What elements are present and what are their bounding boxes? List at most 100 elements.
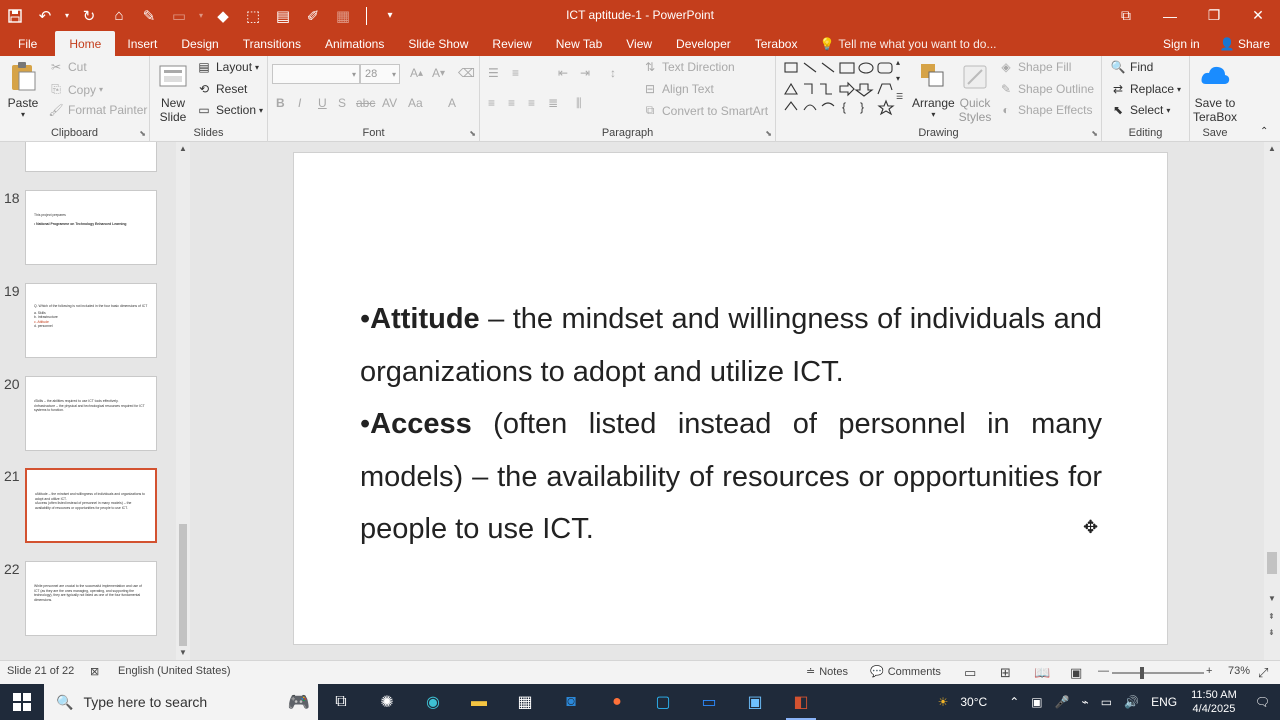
slide-thumbnail[interactable]: While personnel are crucial to the succe… (25, 561, 157, 636)
align-text-button[interactable]: ⊟ Align Text (642, 82, 714, 96)
next-slide-icon[interactable]: ⇟ (1268, 628, 1275, 637)
start-button[interactable] (0, 684, 44, 720)
bold-icon[interactable]: B (276, 96, 285, 110)
customize-quick-access-icon[interactable]: ▾ (375, 0, 405, 31)
change-case-icon[interactable]: Aa (408, 96, 423, 110)
zoom-slider-knob[interactable] (1140, 667, 1144, 679)
tab-review[interactable]: Review (480, 31, 543, 56)
slide-thumbnail[interactable]: • National Programme on Technology Enhan… (25, 142, 157, 172)
slide-sorter-icon[interactable]: ⊞ (1000, 665, 1011, 681)
increase-indent-icon[interactable]: ⇥ (580, 66, 590, 80)
tab-developer[interactable]: Developer (664, 31, 743, 56)
paste-button[interactable]: Paste ▾ (6, 60, 40, 119)
decrease-indent-icon[interactable]: ⇤ (558, 66, 568, 80)
undo-dropdown-icon[interactable]: ▾ (60, 0, 74, 31)
notes-button[interactable]: ≐ Notes (806, 665, 848, 679)
share-button[interactable]: 👤 Share (1210, 37, 1280, 51)
copy-button[interactable]: ⎘ Copy ▾ (48, 82, 103, 97)
slide-thumbnail[interactable]: Q. Which of the following is not include… (25, 283, 157, 358)
text-direction-button[interactable]: ⇅ Text Direction (642, 60, 735, 74)
zoom-slider-track[interactable] (1112, 672, 1204, 674)
save-to-terabox-button[interactable]: Save to TeraBox (1190, 60, 1240, 124)
tab-insert[interactable]: Insert (115, 31, 169, 56)
shadow-icon[interactable]: S (338, 96, 346, 110)
shape-fill-button[interactable]: ◈ Shape Fill (998, 60, 1071, 74)
chevron-up-icon[interactable]: ⌃ (1003, 695, 1025, 709)
numbering-icon[interactable]: ≡ (512, 66, 519, 80)
thumbnail-row-22[interactable]: 22 While personnel are crucial to the su… (0, 561, 175, 641)
format-painter-button[interactable]: 🖌 Format Painter (48, 103, 147, 117)
temperature[interactable]: 30°C (954, 695, 1003, 709)
edge-icon[interactable]: ◉ (410, 684, 456, 720)
weather-icon[interactable]: ☀ (932, 695, 955, 709)
slide-thumbnail[interactable]: This project prepares • National Program… (25, 190, 157, 265)
current-slide[interactable]: •Attitude – the mindset and willingness … (293, 152, 1168, 645)
tab-design[interactable]: Design (169, 31, 230, 56)
font-color-icon[interactable]: A (448, 96, 456, 110)
scroll-down-icon[interactable]: ▼ (1268, 594, 1276, 603)
editor-scrollbar[interactable]: ▲ ▼ ⇞ ⇟ (1264, 142, 1280, 660)
minimize-button[interactable]: — (1148, 0, 1192, 31)
presenter-icon[interactable]: ⌂ (104, 0, 134, 31)
battery-icon[interactable]: ▭ (1095, 695, 1118, 709)
comments-button[interactable]: 💬 Comments (870, 665, 941, 679)
gallery-more-icon[interactable]: ☰ (896, 92, 903, 101)
save-icon[interactable] (0, 0, 30, 31)
convert-smartart-button[interactable]: ⧉ Convert to SmartArt (642, 103, 768, 118)
outlook-icon[interactable]: ◙ (548, 684, 594, 720)
tab-home[interactable]: Home (55, 31, 116, 56)
zoom-out-icon[interactable]: — (1098, 665, 1109, 677)
zoom-in-icon[interactable]: + (1206, 665, 1212, 677)
underline-icon[interactable]: U (318, 96, 327, 110)
zoom-app-icon[interactable]: ▭ (686, 684, 732, 720)
fit-to-window-icon[interactable]: ⤢ (1258, 665, 1268, 681)
task-view-icon[interactable]: ⧉ (318, 684, 364, 720)
align-right-icon[interactable]: ≡ (528, 96, 535, 110)
microphone-icon[interactable]: 🎤 (1049, 695, 1076, 709)
justify-icon[interactable]: ≣ (548, 96, 558, 110)
slideshow-icon[interactable]: ▣ (1070, 665, 1082, 681)
align-left-icon[interactable]: ≡ (488, 96, 495, 110)
tab-animations[interactable]: Animations (313, 31, 396, 56)
previous-slide-icon[interactable]: ⇞ (1268, 612, 1275, 621)
taskbar-search[interactable]: 🔍 Type here to search 🎮 (44, 684, 318, 720)
pen-icon[interactable]: ✎ (134, 0, 164, 31)
notifications-icon[interactable]: 🗨 (1245, 695, 1280, 709)
redo-icon[interactable]: ↻ (74, 0, 104, 31)
file-explorer-icon[interactable]: ▬ (456, 684, 502, 720)
line-spacing-icon[interactable]: ↕ (610, 66, 616, 80)
section-button[interactable]: ▭ Section ▾ (196, 103, 263, 117)
powerpoint-taskbar-icon[interactable]: ◧ (778, 684, 824, 720)
slide-thumbnail-selected[interactable]: •Attitude – the mindset and willingness … (25, 468, 157, 543)
slide-counter[interactable]: Slide 21 of 22 (7, 665, 74, 677)
slide-icon[interactable]: ▤ (268, 0, 298, 31)
dropdown-icon[interactable]: ▾ (194, 0, 208, 31)
tab-file[interactable]: File (0, 31, 55, 56)
thumbnails-scrollbar[interactable]: ▲ ▼ (176, 142, 190, 660)
char-spacing-icon[interactable]: AV (382, 96, 397, 110)
language-status[interactable]: English (United States) (118, 665, 231, 677)
font-name-combo[interactable]: ▾ (272, 64, 360, 84)
thumbnail-row-21[interactable]: 21 •Attitude – the mindset and willingne… (0, 468, 175, 548)
replace-button[interactable]: ⇄ Replace ▾ (1110, 82, 1181, 96)
slide-text-box[interactable]: •Attitude – the mindset and willingness … (360, 293, 1102, 556)
sign-in-link[interactable]: Sign in (1153, 37, 1210, 51)
zoom-level[interactable]: 73% (1228, 665, 1250, 677)
increase-font-icon[interactable]: A ▴ (410, 66, 423, 80)
font-size-combo[interactable]: 28 ▾ (360, 64, 400, 84)
close-button[interactable]: ✕ (1236, 0, 1280, 31)
tab-view[interactable]: View (614, 31, 664, 56)
tab-slide-show[interactable]: Slide Show (396, 31, 480, 56)
select-button[interactable]: ⬉ Select ▾ (1110, 103, 1170, 117)
dialog-launcher-icon[interactable]: ⬊ (139, 129, 146, 138)
clear-formatting-icon[interactable]: ⌫ (458, 66, 475, 80)
cut-button[interactable]: ✂ Cut (48, 60, 87, 74)
clock[interactable]: 11:50 AM 4/4/2025 (1183, 688, 1245, 716)
volume-icon[interactable]: 🔊 (1118, 695, 1145, 709)
meeting-app-icon[interactable]: ▢ (640, 684, 686, 720)
restore-button[interactable]: ❐ (1192, 0, 1236, 31)
gallery-scroll-up-icon[interactable]: ▴ (896, 58, 900, 67)
find-button[interactable]: 🔍 Find (1110, 60, 1154, 74)
shape-effects-button[interactable]: ◐ Shape Effects (998, 103, 1092, 117)
camera-icon[interactable]: ▣ (1025, 695, 1048, 709)
